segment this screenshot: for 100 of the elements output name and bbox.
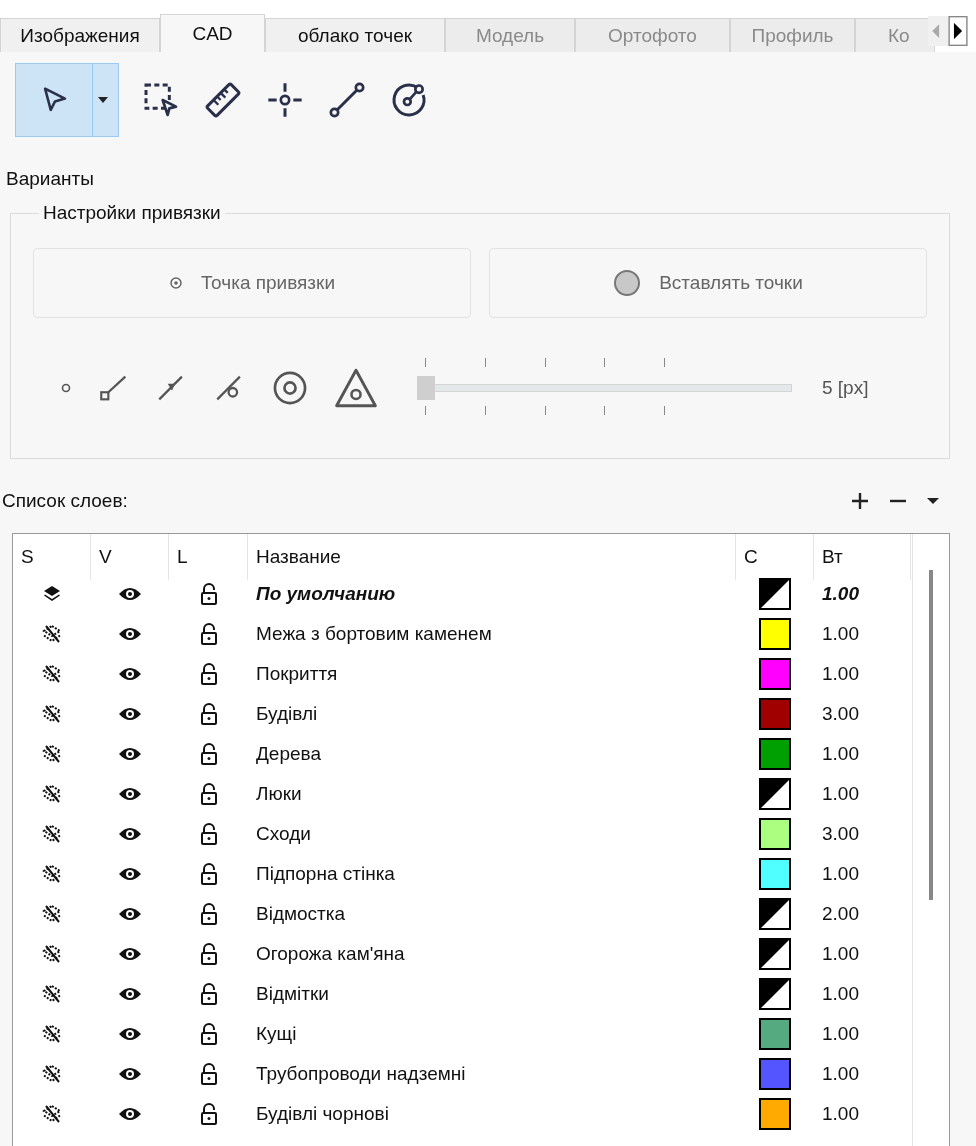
tab[interactable]: CAD: [160, 14, 265, 52]
tab[interactable]: облако точек: [265, 18, 445, 52]
color-swatch[interactable]: [759, 658, 791, 690]
column-header[interactable]: L: [169, 534, 248, 580]
color-swatch[interactable]: [759, 738, 791, 770]
circle-dot-icon: [613, 269, 642, 297]
line-width: 1.00: [821, 742, 860, 766]
layer-name: Трубопроводи надземні: [255, 1062, 467, 1086]
color-swatch[interactable]: [759, 858, 791, 890]
layer-name: Дерева: [255, 742, 322, 766]
column-header[interactable]: Вт: [814, 534, 911, 580]
line-width: 3.00: [821, 822, 860, 846]
line-width: 1.00: [821, 982, 860, 1006]
layers-off-icon[interactable]: [42, 704, 62, 724]
color-swatch[interactable]: [759, 698, 791, 730]
layers-off-icon[interactable]: [42, 744, 62, 764]
lock-open-icon[interactable]: [199, 1103, 218, 1125]
layers-off-icon[interactable]: [42, 1024, 62, 1044]
layer-name: Сходи: [255, 822, 312, 846]
line-width: 1.00: [821, 942, 860, 966]
color-swatch[interactable]: [759, 578, 791, 610]
lock-open-icon[interactable]: [199, 863, 218, 885]
color-swatch[interactable]: [759, 818, 791, 850]
line-width: 1.00: [821, 622, 860, 646]
lock-open-icon[interactable]: [199, 1023, 218, 1045]
target-dot-icon: [169, 276, 183, 290]
line-width: 1.00: [821, 1062, 860, 1086]
scroll-right-icon[interactable]: [948, 16, 968, 46]
color-swatch[interactable]: [759, 938, 791, 970]
tolerance-value: 5 [px]: [822, 377, 869, 399]
layers-off-icon[interactable]: [42, 824, 62, 844]
lock-open-icon[interactable]: [199, 823, 218, 845]
eye-icon[interactable]: [118, 1066, 142, 1082]
layers-off-icon[interactable]: [42, 664, 62, 684]
ruler-icon[interactable]: [203, 80, 243, 120]
eye-icon[interactable]: [118, 706, 142, 722]
color-swatch[interactable]: [759, 898, 791, 930]
layers-off-icon[interactable]: [42, 944, 62, 964]
eye-icon[interactable]: [118, 746, 142, 762]
dropdown-icon[interactable]: [926, 496, 940, 506]
eye-icon[interactable]: [118, 866, 142, 882]
color-swatch[interactable]: [759, 978, 791, 1010]
snap-point-button[interactable]: Точка привязки: [33, 248, 471, 318]
layers-off-icon[interactable]: [42, 624, 62, 644]
center-snap-icon[interactable]: [271, 369, 309, 407]
layers-off-icon[interactable]: [42, 984, 62, 1004]
point-icon[interactable]: [265, 80, 305, 120]
tab[interactable]: Изображения: [0, 18, 160, 52]
eye-icon[interactable]: [118, 626, 142, 642]
eye-icon[interactable]: [118, 986, 142, 1002]
eye-icon[interactable]: [118, 666, 142, 682]
color-swatch[interactable]: [759, 618, 791, 650]
select-tool-button[interactable]: [15, 63, 119, 137]
eye-icon[interactable]: [118, 1026, 142, 1042]
color-swatch[interactable]: [759, 1058, 791, 1090]
endpoint-snap-icon[interactable]: [59, 381, 73, 395]
layer-name: Відмостка: [255, 902, 347, 926]
options-label: Варианты: [6, 168, 95, 190]
eye-icon[interactable]: [118, 826, 142, 842]
lock-open-icon[interactable]: [199, 583, 218, 605]
layer-name: Підпорна стінка: [255, 862, 396, 886]
lock-open-icon[interactable]: [199, 663, 218, 685]
caret-icon[interactable]: [97, 96, 109, 104]
layers-icon[interactable]: [42, 584, 62, 604]
color-swatch[interactable]: [759, 1098, 791, 1130]
lock-open-icon[interactable]: [199, 743, 218, 765]
line-width: 1.00: [821, 1102, 860, 1126]
lock-open-icon[interactable]: [199, 1063, 218, 1085]
lock-open-icon[interactable]: [199, 783, 218, 805]
eye-icon[interactable]: [118, 906, 142, 922]
column-header[interactable]: Название: [248, 534, 736, 580]
insert-points-button[interactable]: Вставлять точки: [489, 248, 927, 318]
layers-off-icon[interactable]: [42, 864, 62, 884]
layers-off-icon[interactable]: [42, 1104, 62, 1124]
line-width: 1.00: [821, 582, 860, 606]
line-width: 3.00: [821, 702, 860, 726]
eye-icon[interactable]: [118, 1106, 142, 1122]
layer-name: Кущі: [255, 1022, 298, 1046]
line-width: 1.00: [821, 862, 860, 886]
eye-icon[interactable]: [118, 786, 142, 802]
column-header[interactable]: V: [91, 534, 169, 580]
scrollbar-thumb[interactable]: [929, 570, 933, 900]
lock-open-icon[interactable]: [199, 703, 218, 725]
group-title: Настройки привязки: [42, 202, 222, 224]
lock-open-icon[interactable]: [199, 903, 218, 925]
lock-open-icon[interactable]: [199, 623, 218, 645]
layers-off-icon[interactable]: [42, 1064, 62, 1084]
add-icon[interactable]: [850, 491, 870, 511]
layer-name: Покриття: [255, 662, 339, 686]
triangle-snap-icon[interactable]: [333, 367, 379, 409]
color-swatch[interactable]: [759, 778, 791, 810]
color-swatch[interactable]: [759, 1018, 791, 1050]
lock-open-icon[interactable]: [199, 943, 218, 965]
lock-open-icon[interactable]: [199, 983, 218, 1005]
eye-icon[interactable]: [118, 586, 142, 602]
column-header[interactable]: S: [13, 534, 91, 580]
layers-off-icon[interactable]: [42, 784, 62, 804]
eye-icon[interactable]: [118, 946, 142, 962]
layers-off-icon[interactable]: [42, 904, 62, 924]
line-icon[interactable]: [327, 80, 367, 120]
